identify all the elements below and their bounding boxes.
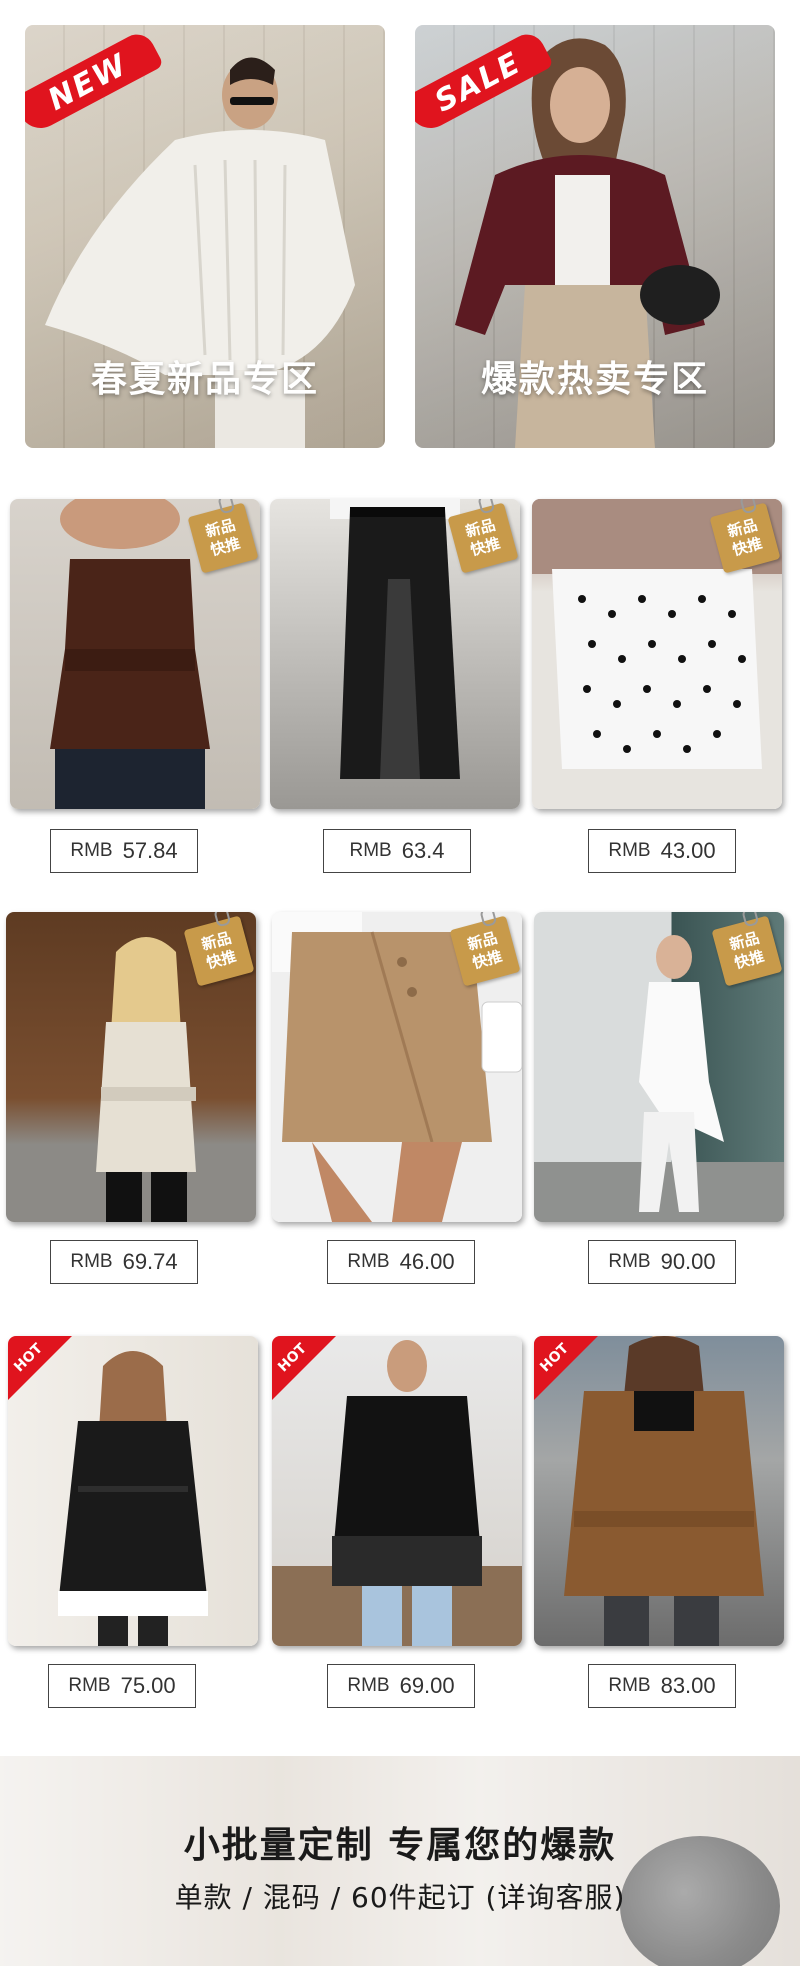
- product-card[interactable]: 新品 快推: [532, 499, 782, 809]
- price-label: RMB 63.4: [323, 829, 471, 873]
- product-card[interactable]: 新品 快推: [270, 499, 520, 809]
- custom-order-banner[interactable]: 小批量定制 专属您的爆款 单款 / 混码 / 60件起订 (详询客服): [0, 1756, 800, 1966]
- product-card[interactable]: HOT: [272, 1336, 522, 1646]
- custom-order-title: 小批量定制 专属您的爆款: [183, 1825, 617, 1866]
- custom-order-subtitle: 单款 / 混码 / 60件起订 (详询客服): [174, 1881, 626, 1914]
- price-label: RMB 69.00: [327, 1664, 475, 1708]
- price-label: RMB 57.84: [50, 829, 198, 873]
- product-card[interactable]: 新品 快推: [10, 499, 260, 809]
- new-arrivals-title: 春夏新品专区: [90, 359, 319, 400]
- product-card[interactable]: HOT: [8, 1336, 258, 1646]
- product-card[interactable]: 新品 快推: [6, 912, 256, 1222]
- product-card[interactable]: 新品 快推: [272, 912, 522, 1222]
- price-label: RMB 75.00: [48, 1664, 196, 1708]
- price-label: RMB 43.00: [588, 829, 736, 873]
- best-sellers-banner[interactable]: SALE 爆款热卖专区: [415, 25, 775, 448]
- price-label: RMB 90.00: [588, 1240, 736, 1284]
- best-sellers-title: 爆款热卖专区: [480, 359, 709, 400]
- product-card[interactable]: HOT: [534, 1336, 784, 1646]
- product-card[interactable]: 新品 快推: [534, 912, 784, 1222]
- new-arrivals-banner[interactable]: NEW 春夏新品专区: [25, 25, 385, 448]
- price-label: RMB 83.00: [588, 1664, 736, 1708]
- price-label: RMB 46.00: [327, 1240, 475, 1284]
- price-label: RMB 69.74: [50, 1240, 198, 1284]
